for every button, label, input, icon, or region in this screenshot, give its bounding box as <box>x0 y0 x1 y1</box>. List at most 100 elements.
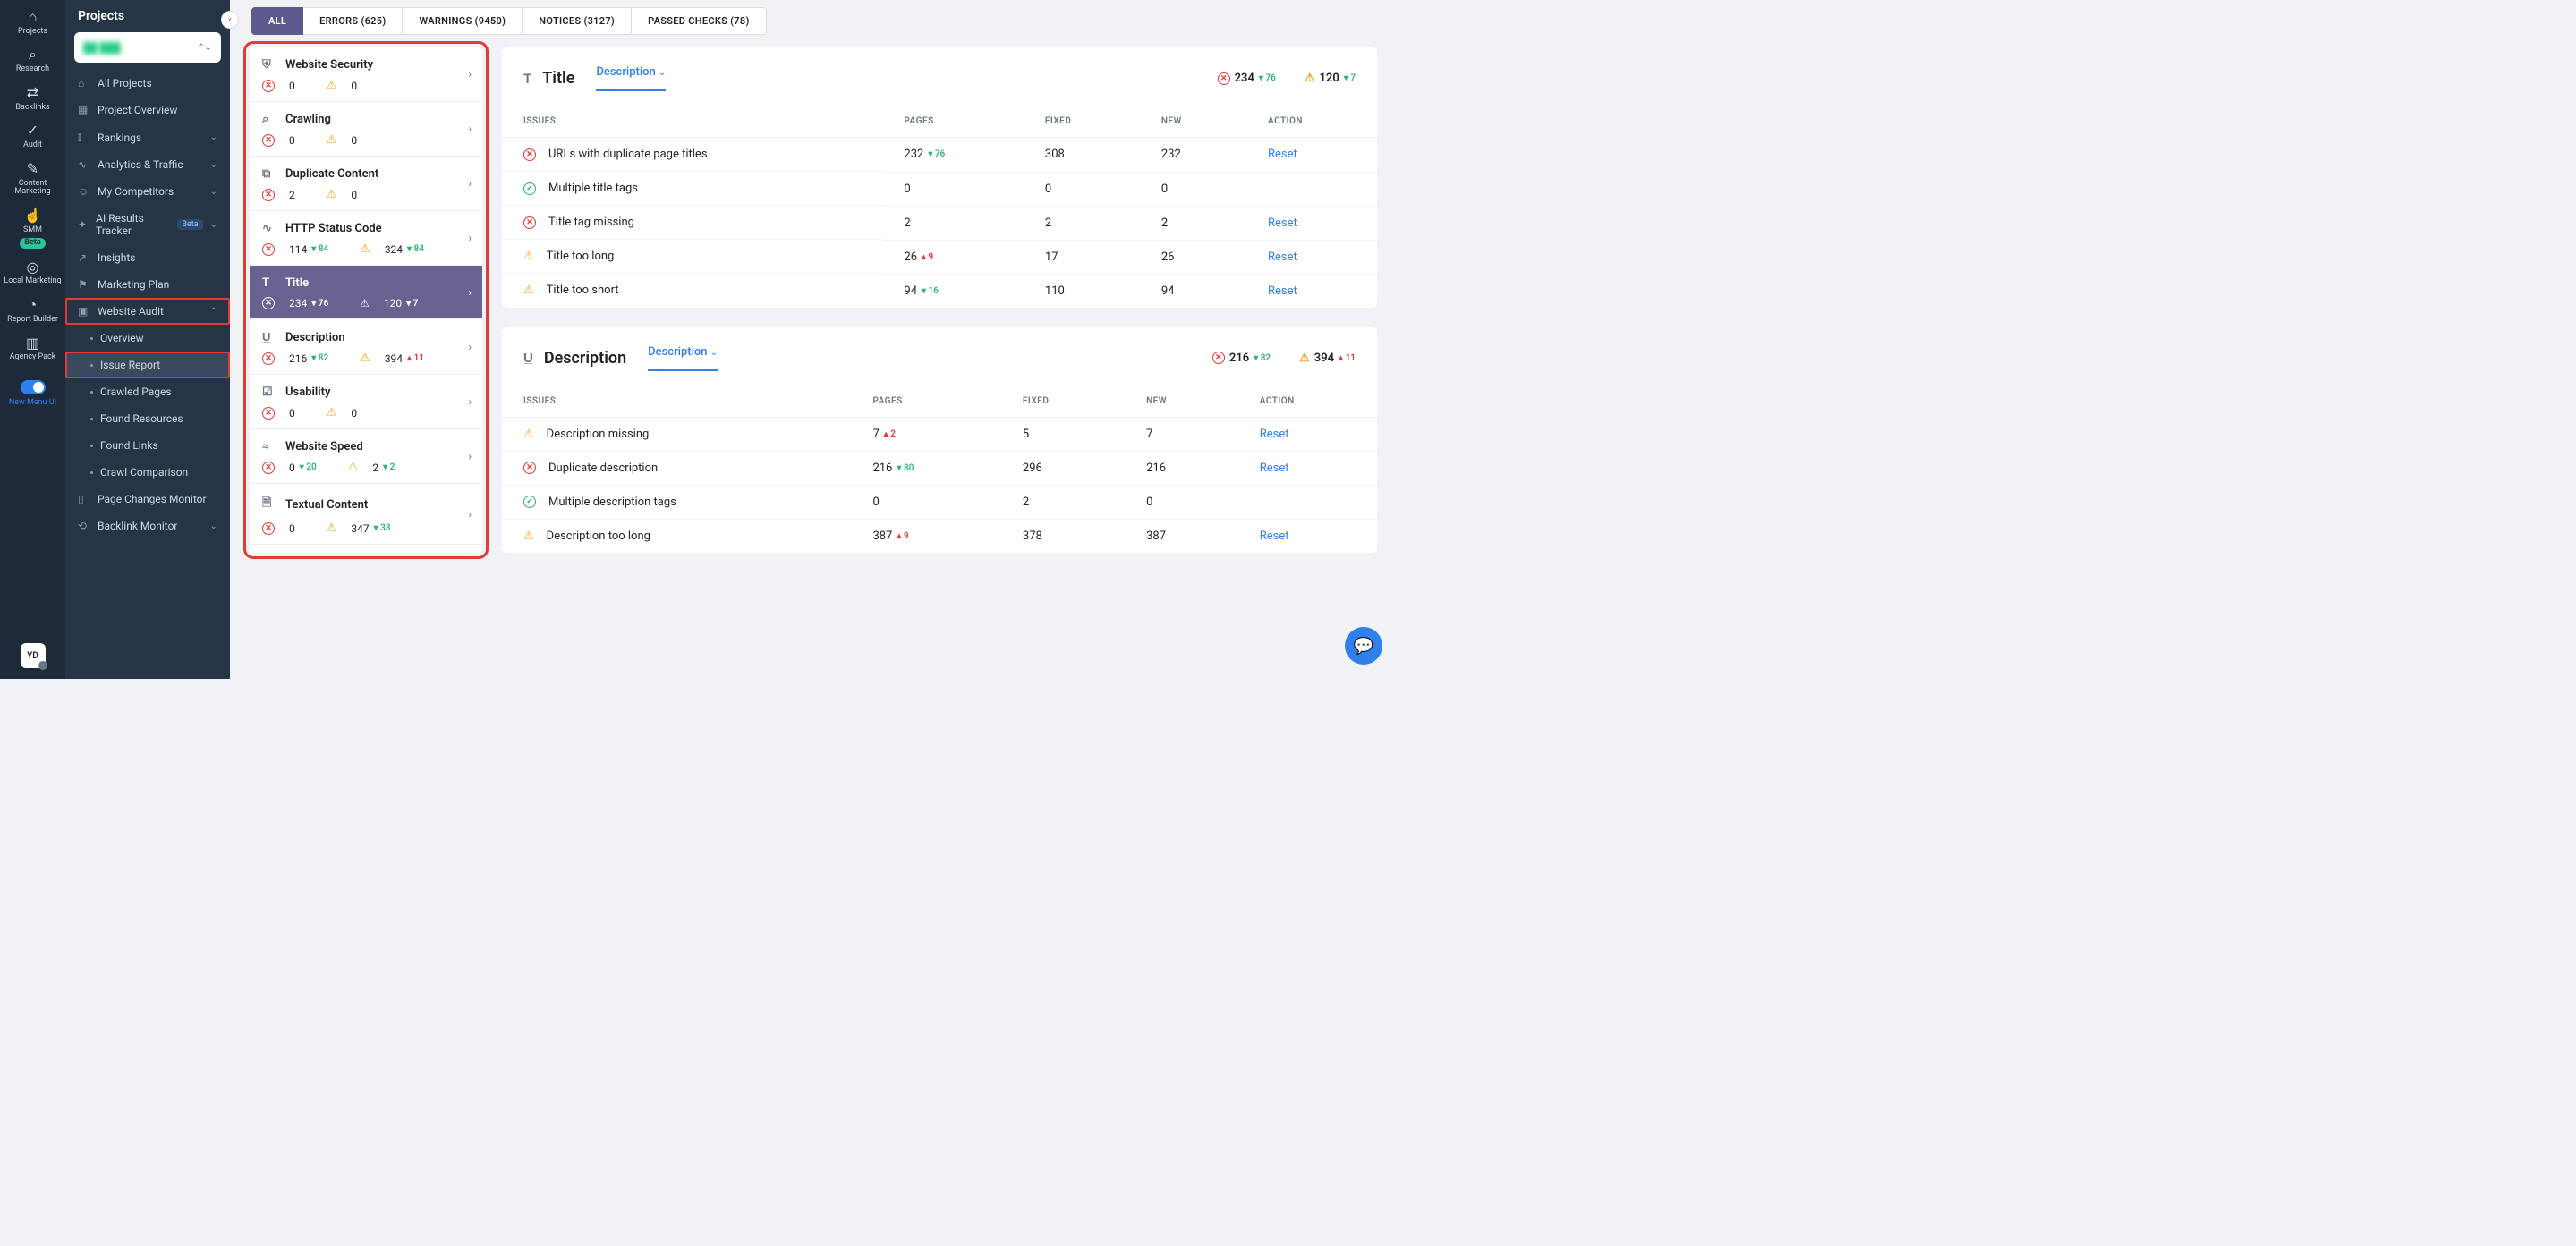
table-row[interactable]: ⚠Title too long 26 ▴ 9 17 26 Reset <box>502 240 1377 274</box>
pages-cell: 0 <box>851 486 1000 520</box>
nav-rankings[interactable]: ⫾Rankings⌄ <box>65 123 230 151</box>
col-new: NEW <box>1140 106 1246 138</box>
issue-cat-crawling[interactable]: ⌕Crawling ✕ 0 ⚠ 0 › <box>250 102 482 157</box>
subnav-crawl-comparison[interactable]: Crawl Comparison <box>65 459 230 486</box>
table-row[interactable]: ✕URLs with duplicate page titles 232 ▾ 7… <box>502 138 1377 173</box>
nav-marketing-plan[interactable]: ⚑Marketing Plan <box>65 271 230 298</box>
new-cell: 2 <box>1140 206 1246 240</box>
count: 0 <box>351 407 357 420</box>
table-row[interactable]: ✓Multiple title tags 0 0 0 <box>502 172 1377 206</box>
description-dropdown[interactable]: Description ⌄ <box>648 345 718 371</box>
reset-link[interactable]: Reset <box>1260 462 1289 475</box>
rail-item-backlinks[interactable]: ⇄Backlinks <box>0 80 65 117</box>
nav-insights[interactable]: ↗Insights <box>65 244 230 271</box>
table-row[interactable]: ✕Title tag missing 2 2 2 Reset <box>502 206 1377 240</box>
warning-icon: ⚠ <box>360 242 370 256</box>
rail-item-projects[interactable]: ⌂Projects <box>0 4 65 41</box>
reset-link[interactable]: Reset <box>1268 148 1297 161</box>
subnav-found-resources[interactable]: Found Resources <box>65 405 230 432</box>
fixed-cell: 308 <box>1024 138 1140 173</box>
project-selector[interactable]: ██ ███ ⌃⌄ <box>74 32 221 63</box>
rail-icon: ◎ <box>27 259 39 275</box>
issue-cat-duplicate-content[interactable]: ⧉Duplicate Content ✕ 2 ⚠ 0 › <box>250 157 482 211</box>
nav-project-overview[interactable]: ▦Project Overview <box>65 97 230 123</box>
nav-icon: ↗ <box>78 251 90 264</box>
reset-link[interactable]: Reset <box>1260 530 1289 543</box>
count: 216 ▾ 82 <box>289 352 328 365</box>
col-pages: PAGES <box>851 386 1000 418</box>
reset-link[interactable]: Reset <box>1268 216 1297 230</box>
table-row[interactable]: ⚠Description too long 387 ▴ 9 378 387 Re… <box>502 520 1377 554</box>
count: 234 ▾ 76 <box>289 297 328 309</box>
nav-label: Project Overview <box>98 104 177 116</box>
rail-label: Report Builder <box>7 316 58 325</box>
subnav-overview[interactable]: Overview <box>65 325 230 352</box>
tab-all[interactable]: ALL <box>251 7 303 35</box>
tab-errors[interactable]: ERRORS (625) <box>303 7 403 35</box>
nav-my-competitors[interactable]: ☺My Competitors⌄ <box>65 178 230 205</box>
sidebar-collapse-button[interactable]: ‹ <box>221 11 239 29</box>
nav-all-projects[interactable]: ⌂All Projects <box>65 70 230 97</box>
subnav-issue-report[interactable]: Issue Report <box>65 352 230 378</box>
new-menu-label: New Menu UI <box>9 398 56 407</box>
chevron-right-icon: › <box>468 232 472 244</box>
nav-ai-results-tracker[interactable]: ✦AI Results TrackerBeta⌄ <box>65 205 230 244</box>
warning-icon: ⚠ <box>327 79 337 92</box>
issue-cat-description[interactable]: U̲Description ✕ 216 ▾ 82 ⚠ 394 ▴ 11 › <box>250 319 482 375</box>
main-content: ALLERRORS (625)WARNINGS (9450)NOTICES (3… <box>230 0 1397 679</box>
subnav-crawled-pages[interactable]: Crawled Pages <box>65 378 230 405</box>
rail-item-audit[interactable]: ✓Audit <box>0 117 65 155</box>
rail-label: Research <box>16 65 49 74</box>
tab-notices[interactable]: NOTICES (3127) <box>523 7 632 35</box>
rail-item-smm[interactable]: ☝SMMBeta <box>0 202 65 253</box>
pages-cell: 232 ▾ 76 <box>882 138 1023 173</box>
user-avatar[interactable]: YD <box>21 643 46 668</box>
issue-cat-website-security[interactable]: ⛨Website Security ✕ 0 ⚠ 0 › <box>250 47 482 102</box>
tab-warnings[interactable]: WARNINGS (9450) <box>403 7 523 35</box>
table-row[interactable]: ⚠Description missing 7 ▴ 2 5 7 Reset <box>502 417 1377 452</box>
tab-passed[interactable]: PASSED CHECKS (78) <box>632 7 767 35</box>
table-row[interactable]: ✓Multiple description tags 0 2 0 <box>502 486 1377 520</box>
reset-link[interactable]: Reset <box>1260 428 1289 441</box>
description-dropdown[interactable]: Description ⌄ <box>596 65 666 91</box>
rail-item-content-marketing[interactable]: ✎Content Marketing <box>0 156 65 202</box>
new-cell: 0 <box>1125 486 1238 520</box>
chevron-down-icon: ⌄ <box>210 521 217 531</box>
rail-item-research[interactable]: ⌕Research <box>0 41 65 79</box>
issue-cat-title[interactable]: TTitle ✕ 234 ▾ 76 ⚠ 120 ▾ 7 › <box>250 266 482 319</box>
issue-cat-textual-content[interactable]: 🗎Textual Content ✕ 0 ⚠ 347 ▾ 33 › <box>250 484 482 545</box>
rail-item-local-marketing[interactable]: ◎ Local Marketing <box>0 254 65 292</box>
table-row[interactable]: ⚠Title too short 94 ▾ 16 110 94 Reset <box>502 274 1377 308</box>
delta: ▾ 80 <box>897 463 914 473</box>
nav-backlink-monitor[interactable]: ⟲Backlink Monitor⌄ <box>65 513 230 539</box>
error-icon: ✕ <box>262 352 275 365</box>
col-fixed: FIXED <box>1024 106 1140 138</box>
warning-icon: ⚠ <box>327 188 337 201</box>
ok-icon: ✓ <box>523 182 536 195</box>
category-icon: U̲ <box>262 330 276 344</box>
reset-link[interactable]: Reset <box>1268 250 1297 264</box>
delta: ▾ 33 <box>374 523 391 533</box>
new-menu-toggle[interactable] <box>21 380 46 394</box>
table-row[interactable]: ✕Duplicate description 216 ▾ 80 296 216 … <box>502 452 1377 486</box>
nav-page-changes-monitor[interactable]: ▯Page Changes Monitor <box>65 486 230 513</box>
issue-cat-http-status-code[interactable]: ∿HTTP Status Code ✕ 114 ▾ 84 ⚠ 324 ▾ 84 … <box>250 211 482 266</box>
reset-link[interactable]: Reset <box>1268 284 1297 298</box>
count: 26 ▴ 9 <box>904 250 933 264</box>
rail-item-agency-pack[interactable]: ▥Agency Pack <box>0 330 65 368</box>
panel-description: U̲Description Description ⌄ ✕ 216 ▾ 82 ⚠… <box>502 327 1377 554</box>
issue-name: Multiple description tags <box>548 496 676 509</box>
nav-website-audit[interactable]: ▣Website Audit⌃ <box>65 298 230 325</box>
count: 0 <box>351 189 357 201</box>
nav-label: All Projects <box>98 77 152 89</box>
rail-item-report-builder[interactable]: ◔Report Builder <box>0 292 65 329</box>
panel-error-count: ✕ 234 ▾ 76 <box>1218 72 1276 85</box>
nav-analytics-traffic[interactable]: ∿Analytics & Traffic⌄ <box>65 151 230 178</box>
rail-label: Local Marketing <box>4 277 61 286</box>
chat-button[interactable]: 💬 <box>1345 627 1382 665</box>
subnav-found-links[interactable]: Found Links <box>65 432 230 459</box>
rail-label: Audit <box>23 141 42 150</box>
issue-cat-website-speed[interactable]: ≈Website Speed ✕ 0 ▾ 20 ⚠ 2 ▾ 2 › <box>250 429 482 484</box>
fixed-cell: 110 <box>1024 274 1140 308</box>
issue-cat-usability[interactable]: ☑Usability ✕ 0 ⚠ 0 › <box>250 375 482 429</box>
